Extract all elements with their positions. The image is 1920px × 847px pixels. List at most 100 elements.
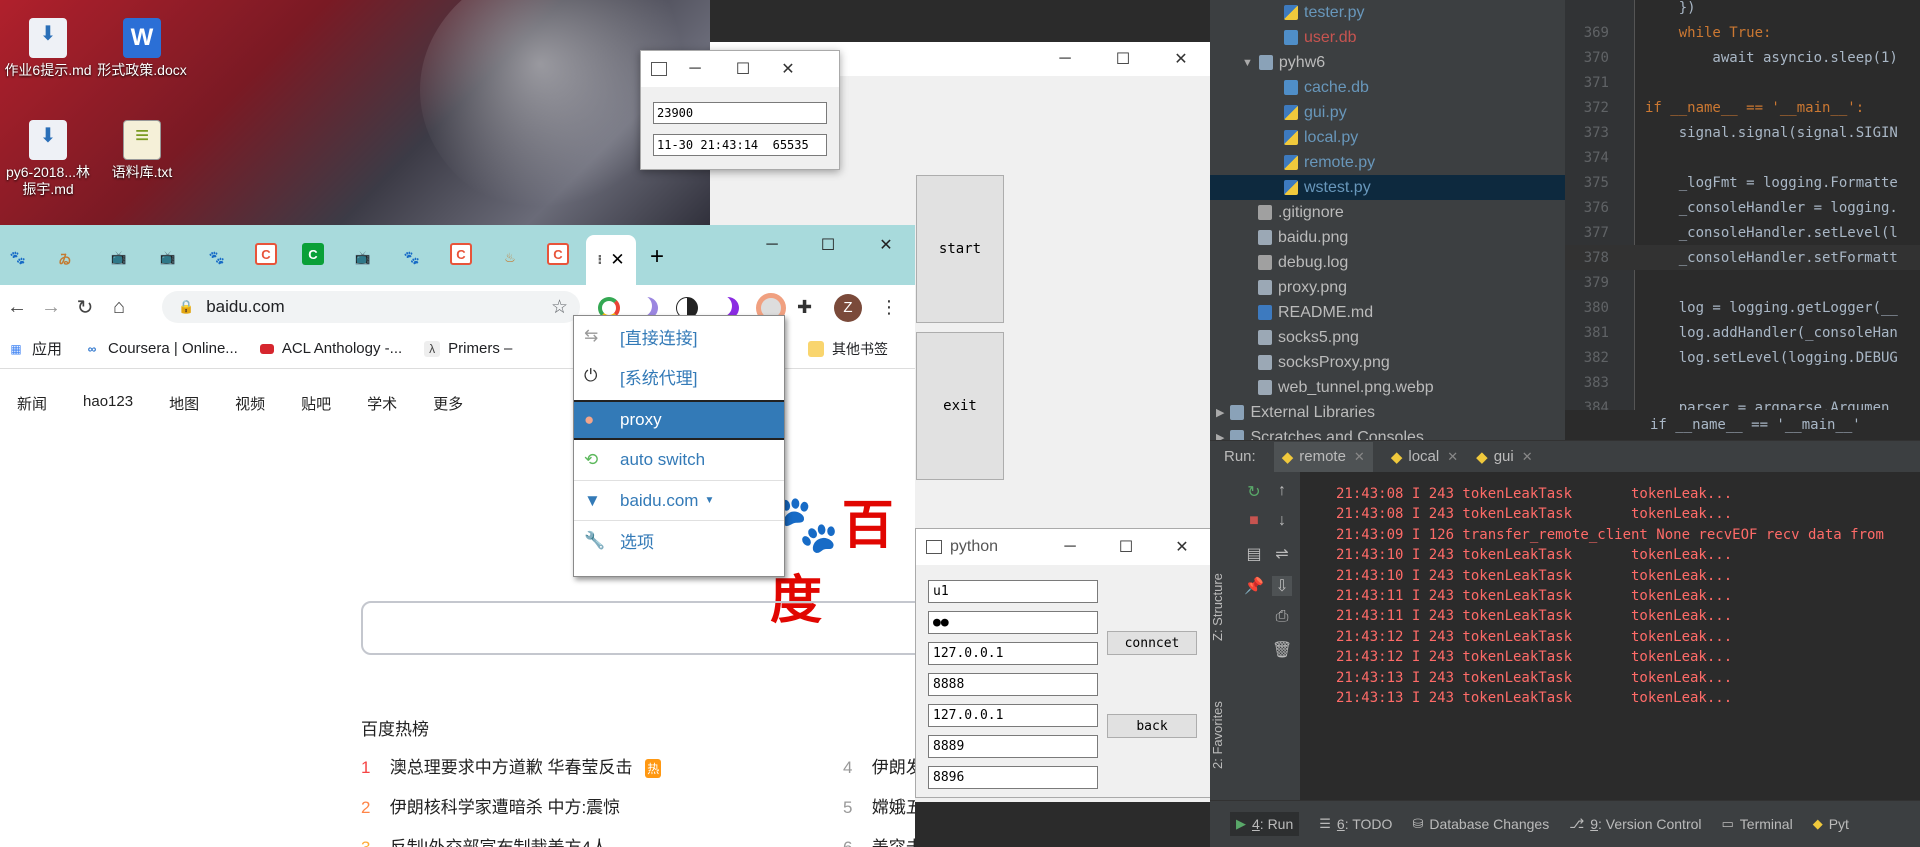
bilibili-icon[interactable]: 📺 xyxy=(104,243,134,273)
tree-item[interactable]: user.db xyxy=(1210,25,1565,50)
structure-side-tab[interactable]: Z: Structure xyxy=(1210,562,1236,652)
minimize-icon[interactable]: ─ xyxy=(1042,529,1098,565)
soft-wrap-icon[interactable]: ⇌ xyxy=(1272,544,1292,564)
favorites-side-tab[interactable]: 2: Favorites xyxy=(1210,690,1236,780)
bottom-tab-todo[interactable]: ☰ 6: TODO xyxy=(1319,816,1392,832)
connect-button[interactable]: conncet xyxy=(1107,631,1197,655)
remote-port-field[interactable]: 8889 xyxy=(928,735,1098,758)
maximize-icon[interactable]: ☐ xyxy=(1094,41,1152,77)
collapse-arrow-icon[interactable]: ▶ xyxy=(1216,431,1224,440)
bookmark-primers[interactable]: λ Primers – xyxy=(424,340,512,357)
baidu-nav-link[interactable]: 视频 xyxy=(235,393,265,414)
tree-item[interactable]: baidu.png xyxy=(1210,225,1565,250)
green-c-icon[interactable]: C xyxy=(302,243,324,265)
baidu-nav-link[interactable]: 贴吧 xyxy=(301,393,331,414)
tree-item[interactable]: remote.py xyxy=(1210,150,1565,175)
code-breadcrumb[interactable]: if __name__ == '__main__' xyxy=(1565,410,1920,440)
code-line[interactable]: 383 xyxy=(1565,370,1920,395)
baidu-nav-link[interactable]: 学术 xyxy=(367,393,397,414)
token-count-field[interactable]: 23900 xyxy=(653,102,827,124)
timestamp-field[interactable]: 11-30 21:43:14 65535 xyxy=(653,134,827,156)
bilibili-icon[interactable]: 📺 xyxy=(348,243,378,273)
window-titlebar[interactable]: python ─ ☐ ✕ xyxy=(916,529,1210,565)
desktop-icon[interactable]: W 形式政策.docx xyxy=(94,18,190,79)
code-line[interactable]: 371 xyxy=(1565,70,1920,95)
code-line[interactable]: 381 log.addHandler(_consoleHan xyxy=(1565,320,1920,345)
bookmark-other-folder[interactable]: 其他书签 xyxy=(808,339,888,359)
tree-item[interactable]: web_tunnel.png.webp xyxy=(1210,375,1565,400)
csdn-c-icon[interactable]: C xyxy=(255,243,277,265)
bottom-tab-run[interactable]: ▶ 4: Run xyxy=(1230,812,1300,836)
minimize-icon[interactable]: ─ xyxy=(744,229,800,261)
code-line[interactable]: 373 signal.signal(signal.SIGIN xyxy=(1565,120,1920,145)
active-tab[interactable]: ⁝ ✕ xyxy=(586,235,636,285)
bottom-tab-python-console[interactable]: ◆ Pyt xyxy=(1813,816,1849,832)
minimize-icon[interactable]: ─ xyxy=(667,51,723,87)
run-tab-local[interactable]: ◆ local ✕ xyxy=(1391,448,1458,466)
close-icon[interactable]: ✕ xyxy=(858,229,914,261)
hot-list-item[interactable]: 1 澳总理要求中方道歉 华春莹反击 热 xyxy=(361,753,662,779)
close-icon[interactable]: ✕ xyxy=(1152,41,1210,77)
tree-item[interactable]: ▶ Scratches and Consoles xyxy=(1210,425,1565,440)
tree-item[interactable]: cache.db xyxy=(1210,75,1565,100)
code-line[interactable]: 378 _consoleHandler.setFormatt xyxy=(1565,245,1920,270)
avatar[interactable]: Z xyxy=(834,294,862,322)
desktop-icon[interactable]: 语料库.txt xyxy=(94,120,190,181)
run-tab-remote[interactable]: ◆ remote ✕ xyxy=(1273,441,1373,472)
remote-host-field[interactable]: 127.0.0.1 xyxy=(928,704,1098,727)
baidu-paw-icon[interactable]: 🐾 xyxy=(202,243,232,273)
bottom-tab-terminal[interactable]: ▭ Terminal xyxy=(1722,816,1793,832)
tree-item[interactable]: gui.py xyxy=(1210,100,1565,125)
bottom-tab-database-changes[interactable]: ⛁ Database Changes xyxy=(1412,816,1549,832)
pin-icon[interactable]: 📌 xyxy=(1244,576,1264,596)
menu-kebab-icon[interactable]: ⋮ xyxy=(878,297,900,319)
close-icon[interactable]: ✕ xyxy=(1154,529,1210,565)
ant-icon[interactable]: ゐ xyxy=(50,243,80,273)
collapse-arrow-icon[interactable]: ▶ xyxy=(1216,406,1224,419)
code-line[interactable]: 374 xyxy=(1565,145,1920,170)
home-icon[interactable]: ⌂ xyxy=(102,296,136,319)
code-line[interactable]: 370 await asyncio.sleep(1) xyxy=(1565,45,1920,70)
menu-item-options[interactable]: 🔧 选项 xyxy=(574,520,784,560)
run-console[interactable]: 21:43:08 I 243 tokenLeakTask tokenLeak..… xyxy=(1300,472,1920,805)
tree-item[interactable]: proxy.png xyxy=(1210,275,1565,300)
baidu-nav-link[interactable]: 新闻 xyxy=(17,393,47,414)
minimize-icon[interactable]: ─ xyxy=(1036,41,1094,77)
exit-button[interactable]: exit xyxy=(916,332,1004,480)
hot-list-item[interactable]: 6 美突击 xyxy=(843,833,915,847)
menu-item-proxy[interactable]: ● proxy xyxy=(574,400,784,440)
code-line[interactable]: 369 while True: xyxy=(1565,20,1920,45)
back-arrow-icon[interactable]: ← xyxy=(0,296,34,319)
forward-arrow-icon[interactable]: → xyxy=(34,296,68,319)
tree-item[interactable]: ▶ External Libraries xyxy=(1210,400,1565,425)
down-arrow-icon[interactable]: ↓ xyxy=(1272,512,1292,532)
code-editor[interactable]: }) 369 while True: 370 await asyncio.sleep… xyxy=(1565,0,1920,440)
tree-item[interactable]: .gitignore xyxy=(1210,200,1565,225)
new-tab-button[interactable]: + xyxy=(650,243,664,271)
hot-list-item[interactable]: 4 伊朗发 xyxy=(843,753,915,778)
print-icon[interactable]: ⎙ xyxy=(1272,608,1292,628)
bilibili-icon[interactable]: 📺 xyxy=(153,243,183,273)
tab-close-icon[interactable]: ✕ xyxy=(610,250,624,270)
menu-item-condition[interactable]: ▼ baidu.com ▼ xyxy=(574,480,784,520)
extensions-puzzle-icon[interactable]: ✚ xyxy=(797,297,819,319)
code-line[interactable]: 382 log.setLevel(logging.DEBUG xyxy=(1565,345,1920,370)
address-bar[interactable]: 🔒 baidu.com ☆ xyxy=(162,291,580,323)
hot-list-item[interactable]: 3 反制!外交部宣布制裁美方4人 xyxy=(361,833,608,847)
layout-icon[interactable]: ▤ xyxy=(1244,544,1264,564)
hot-list-item[interactable]: 5 嫦娥五 xyxy=(843,793,915,818)
tree-item[interactable]: tester.py xyxy=(1210,0,1565,25)
close-icon[interactable]: ✕ xyxy=(763,51,813,87)
window-titlebar[interactable]: ─ ☐ ✕ xyxy=(641,51,839,87)
extra-port-field[interactable]: 8896 xyxy=(928,766,1098,789)
scroll-to-end-icon[interactable]: ⇩ xyxy=(1272,576,1292,596)
password-field[interactable]: ●● xyxy=(928,611,1098,634)
tree-item[interactable]: ▼ pyhw6 xyxy=(1210,50,1565,75)
close-icon[interactable]: ✕ xyxy=(1447,449,1458,465)
maximize-icon[interactable]: ☐ xyxy=(800,229,856,261)
tree-item[interactable]: socks5.png xyxy=(1210,325,1565,350)
run-tab-gui[interactable]: ◆ gui ✕ xyxy=(1476,448,1532,466)
expand-arrow-icon[interactable]: ▼ xyxy=(1242,57,1253,69)
start-button[interactable]: start xyxy=(916,175,1004,323)
code-line[interactable]: 372 if __name__ == '__main__': xyxy=(1565,95,1920,120)
